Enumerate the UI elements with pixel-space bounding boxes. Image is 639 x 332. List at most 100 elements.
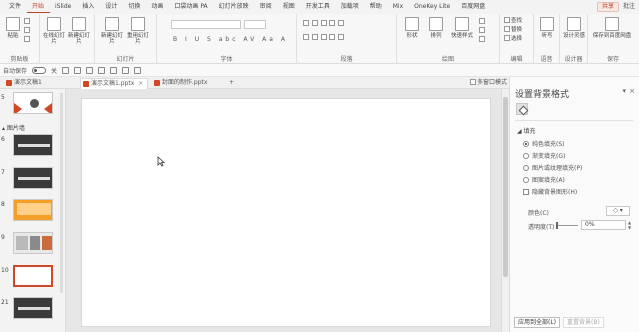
format-painter-icon[interactable] bbox=[24, 36, 30, 42]
slide-canvas[interactable] bbox=[81, 98, 491, 327]
shape-effects-icon[interactable] bbox=[479, 36, 485, 42]
gradient-fill-option[interactable]: 渐变填充(G) bbox=[523, 151, 565, 160]
menu-onekey[interactable]: OneKey Lite bbox=[409, 1, 456, 13]
reset-background-button[interactable]: 重置背景(B) bbox=[563, 317, 604, 328]
pane-options-icon[interactable]: ▾ bbox=[622, 87, 626, 95]
solid-fill-option[interactable]: 纯色填充(S) bbox=[523, 139, 565, 148]
numbering-icon[interactable] bbox=[311, 20, 318, 26]
fill-section-header[interactable]: ◢ 填充 bbox=[517, 126, 536, 135]
editor-scrollbar[interactable] bbox=[501, 89, 509, 332]
thumbnails-scrollbar[interactable] bbox=[60, 93, 63, 293]
apply-to-all-button[interactable]: 应用到全部(L) bbox=[514, 317, 561, 328]
paste-button[interactable]: 粘贴 bbox=[2, 17, 24, 39]
decrease-indent-icon[interactable] bbox=[320, 20, 327, 26]
justify-icon[interactable] bbox=[329, 34, 336, 40]
save-to-baidu-button[interactable]: 保存到百度网盘 bbox=[590, 17, 634, 39]
shape-fill-icon[interactable] bbox=[479, 18, 485, 24]
online-slides-button[interactable]: 在线幻灯片 bbox=[43, 17, 65, 45]
bullets-icon[interactable] bbox=[303, 20, 309, 26]
section-header[interactable]: ▴ 图片墙 bbox=[2, 123, 25, 132]
menu-transitions[interactable]: 切换 bbox=[123, 1, 146, 13]
menu-islide[interactable]: iSlide bbox=[50, 1, 77, 13]
close-icon[interactable]: × bbox=[629, 87, 635, 95]
slide-thumbnail-selected[interactable] bbox=[13, 265, 53, 287]
redo-icon[interactable] bbox=[86, 66, 94, 74]
autosave-toggle[interactable] bbox=[32, 66, 47, 74]
menu-file[interactable]: 文件 bbox=[4, 1, 27, 13]
hide-background-graphics-checkbox[interactable]: 隐藏背景图形(H) bbox=[523, 187, 577, 196]
font-name-select[interactable] bbox=[171, 20, 241, 29]
reuse-slides-label: 重用幻灯片 bbox=[127, 33, 150, 45]
find-button[interactable]: 查找 bbox=[504, 17, 522, 24]
doc-tab-1[interactable]: 演示文稿1.pptx × bbox=[80, 78, 148, 89]
font-format-buttons[interactable]: B I U S abc AV Aa A bbox=[173, 36, 288, 43]
transparency-spinner[interactable]: ▲ ▼ bbox=[628, 220, 631, 230]
columns-icon[interactable] bbox=[338, 34, 344, 40]
picture-fill-option[interactable]: 图片或纹理填充(P) bbox=[523, 163, 582, 172]
editor-scrollbar-thumb[interactable] bbox=[503, 97, 508, 277]
menu-addins[interactable]: 加载项 bbox=[336, 1, 365, 13]
comment-button[interactable]: 批注 bbox=[623, 2, 635, 12]
menu-review[interactable]: 审阅 bbox=[255, 1, 278, 13]
menu-mix[interactable]: Mix bbox=[388, 1, 409, 13]
align-right-icon[interactable] bbox=[320, 34, 327, 40]
select-button[interactable]: 选择 bbox=[504, 35, 522, 42]
menu-help[interactable]: 帮助 bbox=[365, 1, 388, 13]
reuse-slides-button[interactable]: 重用幻灯片 bbox=[127, 17, 149, 45]
customize-qat-icon[interactable] bbox=[134, 66, 142, 74]
slide-thumbnail[interactable] bbox=[13, 199, 53, 221]
close-tab-icon[interactable]: × bbox=[138, 80, 143, 87]
new-from-online-button[interactable]: 新建幻灯片 bbox=[68, 17, 90, 45]
menu-design[interactable]: 设计 bbox=[100, 1, 123, 13]
slide-thumbnail[interactable] bbox=[13, 232, 53, 254]
slide-thumbnail[interactable] bbox=[13, 297, 53, 319]
slide-thumbnail[interactable] bbox=[13, 134, 53, 156]
new-slide-button[interactable]: 新建幻灯片 bbox=[101, 17, 123, 45]
slide-thumbnails-pane: 5 ▴ 图片墙 6 7 8 9 10 21 bbox=[0, 89, 66, 332]
slide-number: 21 bbox=[1, 299, 9, 306]
start-slideshow-icon[interactable] bbox=[98, 66, 106, 74]
menu-slideshow[interactable]: 幻灯片放映 bbox=[214, 1, 255, 13]
menu-animations[interactable]: 动画 bbox=[146, 1, 169, 13]
arrange-button[interactable]: 排列 bbox=[425, 17, 447, 39]
line-spacing-icon[interactable] bbox=[338, 20, 344, 26]
slide-thumbnail[interactable] bbox=[13, 92, 53, 114]
new-doc-icon[interactable] bbox=[110, 66, 118, 74]
dictate-button[interactable]: 听写 bbox=[536, 17, 558, 39]
copy-icon[interactable] bbox=[24, 27, 30, 33]
menu-insert[interactable]: 插入 bbox=[77, 1, 100, 13]
undo-icon[interactable] bbox=[74, 66, 82, 74]
design-ideas-button[interactable]: 设计灵感 bbox=[563, 17, 585, 39]
quick-styles-button[interactable]: 快速样式 bbox=[449, 17, 475, 39]
font-size-select[interactable] bbox=[244, 20, 266, 29]
align-center-icon[interactable] bbox=[311, 34, 318, 40]
menu-developer[interactable]: 开发工具 bbox=[301, 1, 336, 13]
new-tab-button[interactable]: + bbox=[226, 78, 234, 89]
pattern-fill-option[interactable]: 图案填充(A) bbox=[523, 175, 565, 184]
menu-baidu[interactable]: 百度网盘 bbox=[456, 1, 491, 13]
transparency-slider-handle[interactable] bbox=[556, 222, 558, 229]
doc-tab-label: 演示文稿1.pptx bbox=[91, 80, 135, 87]
transparency-slider-track[interactable] bbox=[556, 225, 578, 226]
color-picker-button[interactable]: ◇ ▾ bbox=[606, 206, 630, 216]
doc-tab-2[interactable]: 封面的制作.pptx bbox=[152, 78, 224, 89]
menu-pocket-animation[interactable]: 口袋动画 PA bbox=[169, 1, 213, 13]
doc-tab-0[interactable]: 演示文稿1 bbox=[4, 78, 60, 89]
multi-window-button[interactable]: 多窗口模式 bbox=[469, 78, 507, 88]
menu-view[interactable]: 视图 bbox=[278, 1, 301, 13]
fill-category-icon[interactable] bbox=[516, 103, 528, 115]
save-icon[interactable] bbox=[62, 66, 70, 74]
cut-icon[interactable] bbox=[24, 18, 30, 24]
mouse-cursor-icon bbox=[157, 156, 165, 167]
align-left-icon[interactable] bbox=[303, 34, 309, 40]
open-icon[interactable] bbox=[122, 66, 130, 74]
shapes-button[interactable]: 形状 bbox=[401, 17, 423, 39]
transparency-input[interactable]: 0% bbox=[581, 220, 626, 230]
save-group: 保存到百度网盘 保存 bbox=[588, 14, 638, 64]
menu-home[interactable]: 开始 bbox=[27, 1, 51, 13]
share-button[interactable]: 共享 bbox=[596, 2, 619, 12]
increase-indent-icon[interactable] bbox=[329, 20, 336, 26]
shape-outline-icon[interactable] bbox=[479, 27, 485, 33]
slide-thumbnail[interactable] bbox=[13, 167, 53, 189]
replace-button[interactable]: 替换 bbox=[504, 26, 522, 33]
